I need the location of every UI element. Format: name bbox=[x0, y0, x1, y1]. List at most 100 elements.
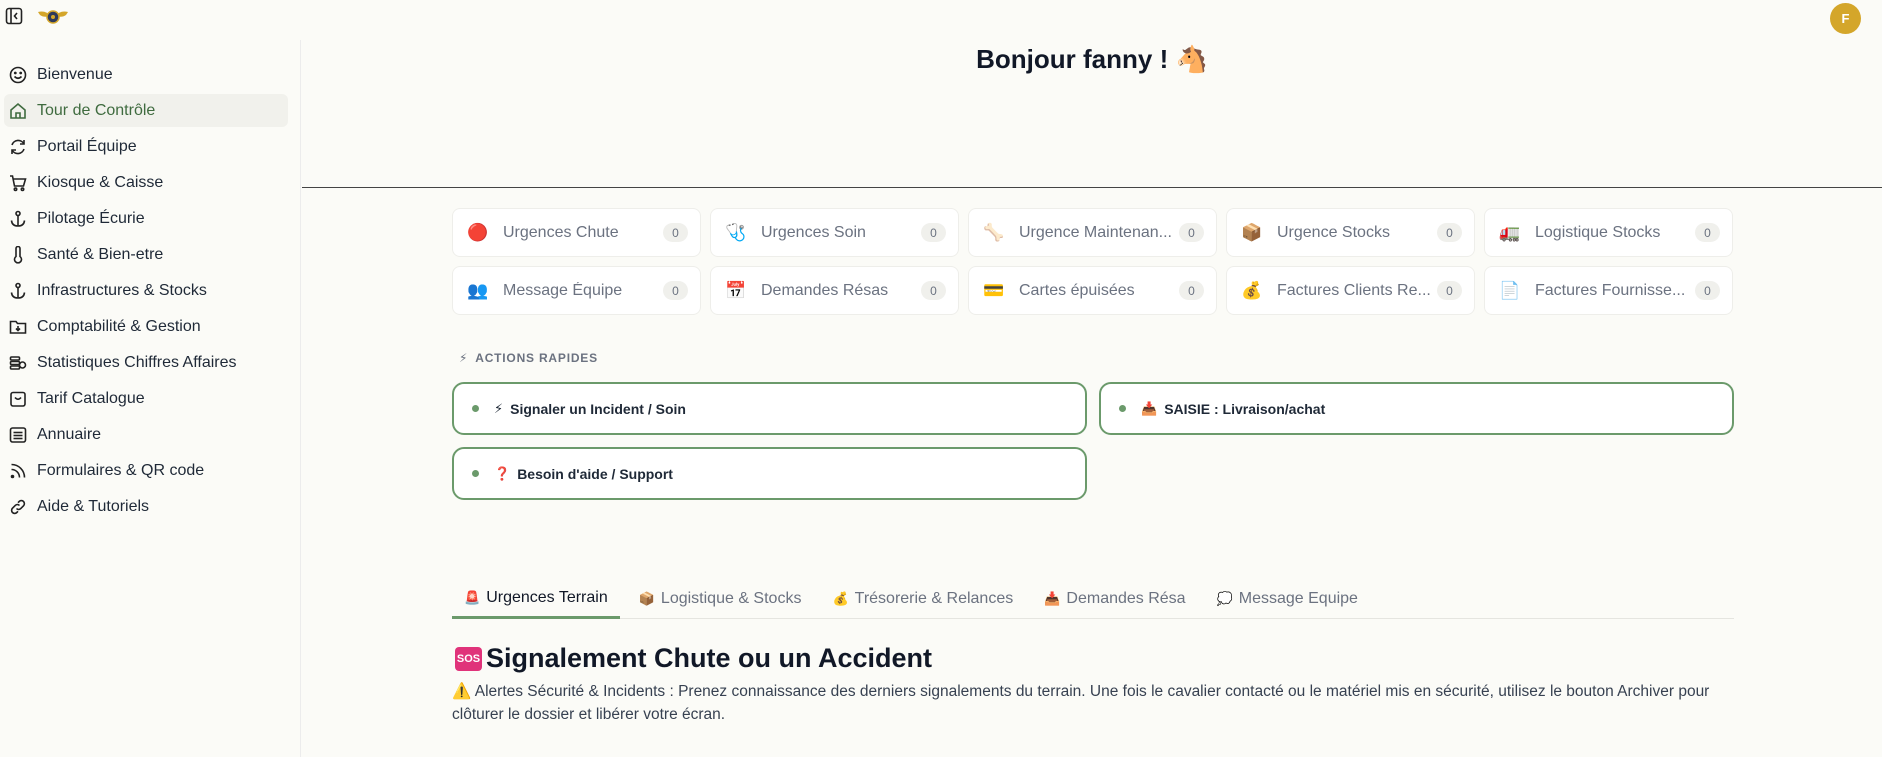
sidebar-item-label: Infrastructures & Stocks bbox=[37, 281, 207, 299]
sidebar-item-label: Santé & Bien-etre bbox=[37, 245, 164, 263]
tab-tresorerie-relances[interactable]: 💰 Trésorerie & Relances bbox=[820, 579, 1025, 619]
package-icon: 📦 bbox=[638, 591, 655, 606]
cart-icon bbox=[8, 173, 28, 193]
counter-urgences-soin[interactable]: 🩺 Urgences Soin 0 bbox=[710, 208, 959, 257]
sidebar-item-formulaires[interactable]: Formulaires & QR code bbox=[4, 454, 288, 487]
rss-icon bbox=[8, 461, 28, 481]
refresh-icon bbox=[8, 137, 28, 157]
sidebar-item-label: Bienvenue bbox=[37, 65, 113, 83]
section-title: SOS Signalement Chute ou un Accident bbox=[455, 643, 932, 674]
section-description: ⚠️ Alertes Sécurité & Incidents : Prenez… bbox=[452, 683, 1710, 723]
sidebar-nav: Bienvenue Tour de Contrôle Portail Équip… bbox=[4, 58, 288, 526]
sidebar-item-annuaire[interactable]: Annuaire bbox=[4, 418, 288, 451]
counter-urgences-chute[interactable]: 🔴 Urgences Chute 0 bbox=[452, 208, 701, 257]
action-signaler-incident-button[interactable]: ⚡ Signaler un Incident / Soin bbox=[452, 382, 1087, 435]
link-icon bbox=[8, 497, 28, 517]
counter-cartes-epuisees[interactable]: 💳 Cartes épuisées 0 bbox=[968, 266, 1217, 315]
coins-icon bbox=[8, 353, 28, 373]
sidebar-item-label: Tarif Catalogue bbox=[37, 389, 145, 407]
sidebar-item-sante[interactable]: Santé & Bien-etre bbox=[4, 238, 288, 271]
counter-label: Demandes Résas bbox=[761, 281, 889, 299]
counter-label: Logistique Stocks bbox=[1535, 223, 1661, 241]
red-circle-icon: 🔴 bbox=[467, 222, 489, 242]
sidebar-item-label: Tour de Contrôle bbox=[37, 101, 156, 119]
header-divider bbox=[302, 187, 1882, 188]
home-icon bbox=[8, 101, 28, 121]
count-badge: 0 bbox=[663, 223, 688, 242]
sidebar-item-infrastructures[interactable]: Infrastructures & Stocks bbox=[4, 274, 288, 307]
sos-icon: SOS bbox=[455, 646, 482, 671]
sidebar-item-tarif-catalogue[interactable]: Tarif Catalogue bbox=[4, 382, 288, 415]
sidebar-item-label: Aide & Tutoriels bbox=[37, 497, 150, 515]
sidebar-item-comptabilite[interactable]: Comptabilité & Gestion bbox=[4, 310, 288, 343]
bone-icon: 🦴 bbox=[983, 222, 1005, 242]
counter-label: Factures Fournisse... bbox=[1535, 281, 1686, 299]
sidebar-item-label: Pilotage Écurie bbox=[37, 209, 145, 227]
counter-label: Factures Clients Re... bbox=[1277, 281, 1431, 299]
counter-urgence-stocks[interactable]: 📦 Urgence Stocks 0 bbox=[1226, 208, 1475, 257]
count-badge: 0 bbox=[1437, 281, 1462, 300]
money-bag-icon: 💰 bbox=[1241, 280, 1263, 300]
money-bag-icon: 💰 bbox=[832, 591, 849, 606]
action-label: Signaler un Incident / Soin bbox=[510, 400, 686, 417]
thermometer-icon bbox=[8, 245, 28, 265]
tab-label: Message Equipe bbox=[1238, 590, 1358, 607]
sidebar-item-aide[interactable]: Aide & Tutoriels bbox=[4, 490, 288, 523]
stethoscope-icon: 🩺 bbox=[725, 222, 747, 242]
tab-logistique-stocks[interactable]: 📦 Logistique & Stocks bbox=[627, 579, 814, 619]
counter-message-equipe[interactable]: 👥 Message Équipe 0 bbox=[452, 266, 701, 315]
thought-bubble-icon: 💭 bbox=[1216, 591, 1233, 606]
counter-label: Cartes épuisées bbox=[1019, 281, 1135, 299]
sidebar-item-statistiques[interactable]: Statistiques Chiffres Affaires bbox=[4, 346, 288, 379]
counter-factures-fournisseurs[interactable]: 📄 Factures Fournisse... 0 bbox=[1484, 266, 1733, 315]
action-label: Besoin d'aide / Support bbox=[517, 465, 673, 482]
counter-grid: 🔴 Urgences Chute 0 🩺 Urgences Soin 0 🦴 U… bbox=[452, 208, 1734, 315]
user-avatar[interactable]: F bbox=[1830, 3, 1861, 34]
tab-label: Trésorerie & Relances bbox=[854, 590, 1014, 607]
tab-urgences-terrain[interactable]: 🚨 Urgences Terrain bbox=[452, 579, 620, 619]
quick-actions-title: ACTIONS RAPIDES bbox=[475, 351, 598, 365]
sidebar-item-label: Formulaires & QR code bbox=[37, 461, 205, 479]
brand-logo[interactable] bbox=[36, 6, 70, 28]
counter-label: Message Équipe bbox=[503, 281, 623, 299]
sidebar-toggle-icon bbox=[5, 7, 23, 25]
sidebar-toggle-button[interactable] bbox=[4, 6, 24, 26]
count-badge: 0 bbox=[921, 223, 946, 242]
list-icon bbox=[8, 425, 28, 445]
sidebar-item-bienvenue[interactable]: Bienvenue bbox=[4, 58, 288, 91]
counter-urgence-maintenance[interactable]: 🦴 Urgence Maintenan... 0 bbox=[968, 208, 1217, 257]
sidebar-item-tour-de-controle[interactable]: Tour de Contrôle bbox=[4, 94, 288, 127]
sidebar-item-label: Annuaire bbox=[37, 425, 102, 443]
bullet-dot bbox=[1119, 405, 1126, 412]
tab-bar: 🚨 Urgences Terrain 📦 Logistique & Stocks… bbox=[452, 579, 1734, 619]
tab-message-equipe[interactable]: 💭 Message Equipe bbox=[1205, 579, 1370, 619]
tab-demandes-resa[interactable]: 📥 Demandes Résa bbox=[1032, 579, 1197, 619]
top-bar: F bbox=[0, 0, 1882, 40]
counter-demandes-resas[interactable]: 📅 Demandes Résas 0 bbox=[710, 266, 959, 315]
calendar-icon: 📅 bbox=[725, 280, 747, 300]
count-badge: 0 bbox=[663, 281, 688, 300]
lightning-icon: ⚡ bbox=[459, 351, 469, 365]
sidebar-item-kiosque-caisse[interactable]: Kiosque & Caisse bbox=[4, 166, 288, 199]
credit-card-icon: 💳 bbox=[983, 280, 1005, 300]
action-besoin-aide-button[interactable]: ❓ Besoin d'aide / Support bbox=[452, 447, 1087, 500]
lightning-icon: ⚡ bbox=[494, 400, 504, 416]
count-badge: 0 bbox=[921, 281, 946, 300]
count-badge: 0 bbox=[1695, 281, 1720, 300]
section-title-text: Signalement Chute ou un Accident bbox=[486, 643, 933, 673]
count-badge: 0 bbox=[1695, 223, 1720, 242]
sidebar-item-portail-equipe[interactable]: Portail Équipe bbox=[4, 130, 288, 163]
action-saisie-livraison-button[interactable]: 📥 SAISIE : Livraison/achat bbox=[1099, 382, 1734, 435]
bullet-dot bbox=[472, 405, 479, 412]
siren-icon: 🚨 bbox=[464, 589, 481, 605]
sidebar-item-pilotage-ecurie[interactable]: Pilotage Écurie bbox=[4, 202, 288, 235]
inbox-tray-icon: 📥 bbox=[1141, 400, 1158, 416]
counter-factures-clients[interactable]: 💰 Factures Clients Re... 0 bbox=[1226, 266, 1475, 315]
truck-icon: 🚛 bbox=[1499, 222, 1521, 242]
quick-actions-heading: ⚡ ACTIONS RAPIDES bbox=[459, 351, 598, 365]
smile-icon bbox=[8, 65, 28, 85]
counter-label: Urgences Soin bbox=[761, 223, 866, 241]
action-label: SAISIE : Livraison/achat bbox=[1164, 400, 1326, 417]
counter-logistique-stocks[interactable]: 🚛 Logistique Stocks 0 bbox=[1484, 208, 1733, 257]
anchor-icon bbox=[8, 281, 28, 301]
